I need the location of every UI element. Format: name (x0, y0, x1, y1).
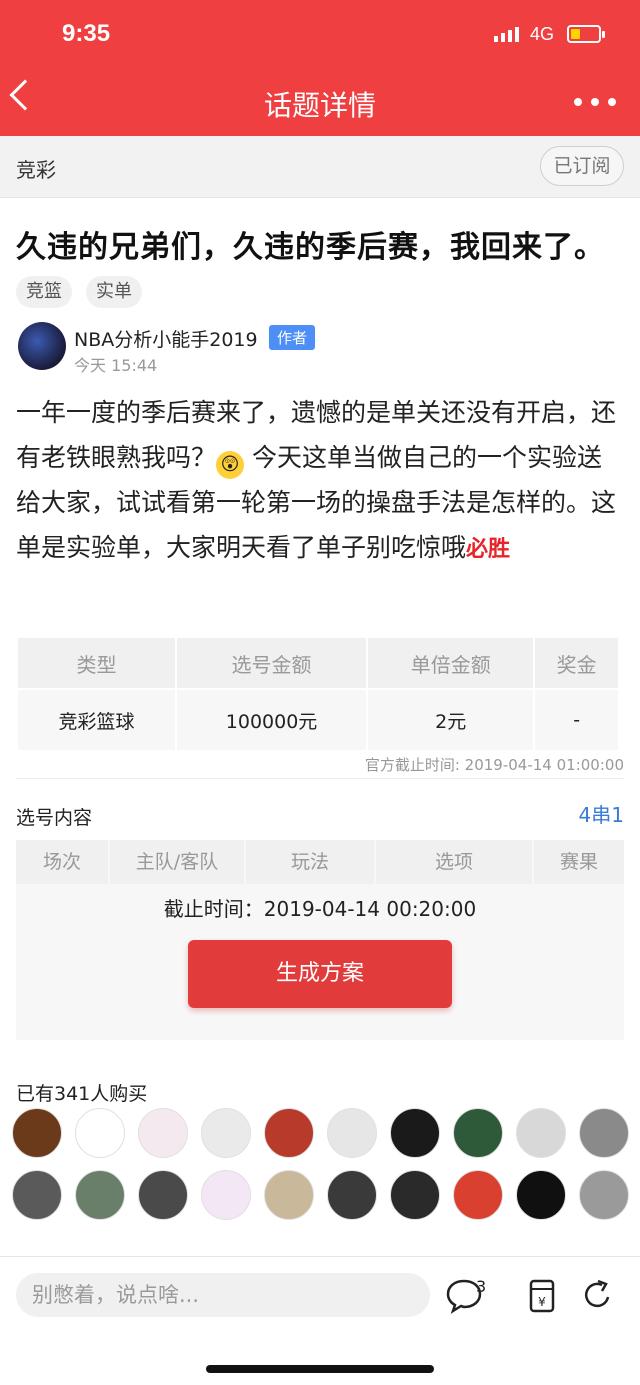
shocked-emoji-icon: 😲 (216, 451, 245, 479)
table-header: 选号金额 (177, 638, 367, 688)
buyer-avatar[interactable] (579, 1108, 629, 1158)
buyer-avatar[interactable] (516, 1108, 566, 1158)
svg-text:¥: ¥ (538, 1295, 546, 1309)
buyer-avatar[interactable] (453, 1170, 503, 1220)
post-body: 一年一度的季后赛来了，遗憾的是单关还没有开启，还有老铁眼熟我吗？ 😲 今天这单当做… (16, 390, 620, 572)
author-name[interactable]: NBA分析小能手2019 (74, 325, 258, 352)
buyer-avatar[interactable] (453, 1108, 503, 1158)
post-time: 今天 15:44 (74, 356, 158, 375)
buyer-avatar[interactable] (138, 1108, 188, 1158)
selection-type: 4串1 (578, 803, 624, 827)
page-title: 话题详情 (263, 89, 376, 122)
selection-deadline: 截止时间：2019-04-14 00:20:00 (163, 897, 477, 921)
author-badge: 作者 (269, 325, 316, 350)
table-header: 主队/客队 (110, 840, 244, 884)
subscribe-button[interactable]: 已订阅 (540, 146, 624, 186)
post-title: 久违的兄弟们，久违的季后赛，我回来了。 (16, 230, 605, 265)
buyer-avatar[interactable] (138, 1170, 188, 1220)
plan-table: 类型 选号金额 单倍金额 奖金 竞彩篮球 100000元 2元 - (16, 636, 620, 752)
top-bar: 9:35 4G 话题详情 (0, 0, 640, 136)
buyer-avatar[interactable] (390, 1170, 440, 1220)
buyer-avatars (12, 1108, 632, 1220)
table-cell: 100000元 (177, 690, 367, 750)
buyer-avatar[interactable] (327, 1108, 377, 1158)
buyer-avatar[interactable] (264, 1108, 314, 1158)
buyer-avatar[interactable] (327, 1170, 377, 1220)
table-row: 竞彩篮球 100000元 2元 - (18, 690, 618, 750)
more-icon[interactable] (574, 98, 616, 106)
buyer-avatar[interactable] (12, 1108, 62, 1158)
bottom-bar: 3 ¥ (0, 1256, 640, 1385)
comment-count: 3 (476, 1277, 487, 1296)
tag-item[interactable]: 竞篮 (16, 276, 72, 308)
selection-label: 选号内容 (16, 807, 93, 829)
buyer-avatar[interactable] (12, 1170, 62, 1220)
ticket-icon[interactable]: ¥ (520, 1273, 564, 1317)
tag-item[interactable]: 实单 (86, 276, 142, 308)
buyer-avatar[interactable] (579, 1170, 629, 1220)
table-header: 场次 (16, 840, 108, 884)
battery-icon (567, 25, 605, 43)
home-indicator (206, 1365, 434, 1373)
buyer-avatar[interactable] (390, 1108, 440, 1158)
generate-plan-button[interactable]: 生成方案 (188, 940, 452, 1008)
divider (16, 778, 624, 779)
buyer-avatar[interactable] (264, 1170, 314, 1220)
share-icon[interactable] (576, 1273, 620, 1317)
table-header: 选项 (376, 840, 532, 884)
buyer-avatar[interactable] (201, 1108, 251, 1158)
table-cell: 2元 (368, 690, 534, 750)
signal-icon (494, 26, 519, 42)
buyer-avatar[interactable] (516, 1170, 566, 1220)
buyer-avatar[interactable] (75, 1108, 125, 1158)
status-time: 9:35 (62, 20, 111, 47)
table-header: 奖金 (535, 638, 618, 688)
channel-name[interactable]: 竞彩 (16, 154, 56, 183)
network-label: 4G (530, 24, 555, 44)
table-header: 玩法 (246, 840, 374, 884)
highlight-text: 必胜 (466, 537, 511, 562)
official-deadline: 官方截止时间: 2019-04-14 01:00:00 (364, 756, 624, 774)
author-avatar[interactable] (18, 322, 66, 370)
table-header: 类型 (18, 638, 176, 688)
buyer-avatar[interactable] (75, 1170, 125, 1220)
table-header: 赛果 (534, 840, 624, 884)
buyer-avatar[interactable] (201, 1170, 251, 1220)
table-header: 单倍金额 (368, 638, 534, 688)
table-cell: 竞彩篮球 (18, 690, 176, 750)
selection-table: 场次 主队/客队 玩法 选项 赛果 截止时间：2019-04-14 00:20:… (16, 840, 624, 1040)
buyers-count: 已有341人购买 (16, 1083, 148, 1105)
comment-input[interactable] (16, 1273, 430, 1317)
table-cell: - (535, 690, 618, 750)
